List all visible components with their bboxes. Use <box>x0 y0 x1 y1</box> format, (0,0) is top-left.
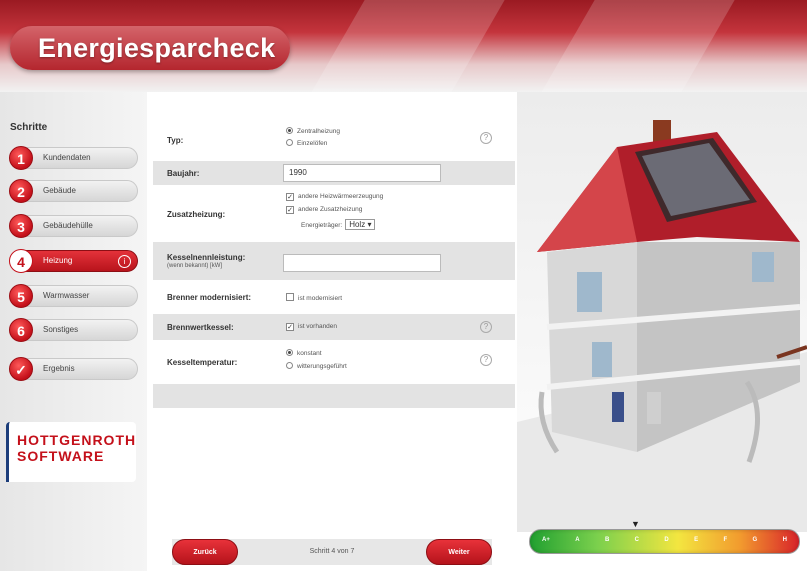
step-label: Gebäude <box>43 186 76 195</box>
next-button[interactable]: Weiter <box>426 539 492 565</box>
step-number: 6 <box>9 318 33 342</box>
kesseltemp-option-witterung[interactable]: witterungsgeführt <box>286 362 347 370</box>
step-gebaeude[interactable]: 2 Gebäude <box>9 179 138 203</box>
step-label: Heizung <box>43 256 73 265</box>
energietraeger: Energieträger: Holz ▾ <box>301 219 376 230</box>
brenner-label: Brenner modernisiert: <box>167 293 252 302</box>
zusatz-option-2[interactable]: ✓ andere Zusatzheizung <box>286 206 362 214</box>
typ-option-zentral[interactable]: Zentralheizung <box>286 127 340 135</box>
brenner-checkbox[interactable]: ist modernisiert <box>286 293 342 302</box>
steps-sidebar: Schritte 1 Kundendaten 2 Gebäude 3 Gebäu… <box>0 92 147 571</box>
kesseltemperatur-label: Kesseltemperatur: <box>167 358 238 367</box>
scale-label: C <box>634 537 639 543</box>
scale-label: G <box>752 537 758 543</box>
energy-scale: A+ A B C D E F G H <box>529 529 800 554</box>
radio-icon[interactable] <box>286 139 293 146</box>
zusatz-option-1[interactable]: ✓ andere Heizwärmeerzeugung <box>286 193 383 201</box>
scale-labels: A+ A B C D E F G H <box>542 537 787 543</box>
checkbox-icon[interactable]: ✓ <box>286 193 294 201</box>
logo-line-1: HOTTGENROTH <box>17 432 137 448</box>
typ-option-einzel[interactable]: Einzelöfen <box>286 139 327 147</box>
help-icon[interactable]: ? <box>480 321 492 333</box>
scale-label: H <box>782 537 787 543</box>
radio-icon[interactable] <box>286 349 293 356</box>
back-button[interactable]: Zurück <box>172 539 238 565</box>
scale-label: E <box>694 537 699 543</box>
header-banner: Energiesparcheck <box>0 0 807 92</box>
row-kesseltemperatur: Kesseltemperatur: konstant witterungsgef… <box>153 341 515 383</box>
brennwertkessel-label: Brennwertkessel: <box>167 323 234 332</box>
step-number: 3 <box>9 214 33 238</box>
energietraeger-select[interactable]: Holz ▾ <box>345 219 376 230</box>
step-label: Kundendaten <box>43 153 91 162</box>
step-label: Gebäudehülle <box>43 221 93 230</box>
step-number: 5 <box>9 284 33 308</box>
radio-icon[interactable] <box>286 362 293 369</box>
scale-label: B <box>604 537 610 543</box>
step-heizung[interactable]: 4 Heizung i <box>9 249 138 273</box>
app-title: Energiesparcheck <box>10 26 290 70</box>
baujahr-input[interactable]: 1990 <box>283 164 441 182</box>
typ-label: Typ: <box>167 136 184 145</box>
row-brenner: Brenner modernisiert: ist modernisiert <box>153 281 515 313</box>
step-number: 2 <box>9 179 33 203</box>
header-decoration <box>283 0 517 92</box>
kesselnennleistung-input[interactable] <box>283 254 441 272</box>
row-typ: Typ: Zentralheizung Einzelöfen ? <box>153 120 515 160</box>
logo-line-2: SOFTWARE <box>17 448 105 464</box>
step-number: 1 <box>9 146 33 170</box>
row-kesselnennleistung: Kesselnennleistung: (wenn bekannt) [kW] <box>153 242 515 280</box>
help-icon[interactable]: ? <box>480 354 492 366</box>
scale-label: A+ <box>542 537 550 543</box>
step-sonstiges[interactable]: 6 Sonstiges <box>9 318 138 342</box>
scale-label: D <box>664 537 669 543</box>
form-footer-row <box>153 384 515 408</box>
step-number: 4 <box>9 249 33 273</box>
step-warmwasser[interactable]: 5 Warmwasser <box>9 284 138 308</box>
checkbox-icon[interactable]: ✓ <box>286 206 294 214</box>
row-zusatzheizung: Zusatzheizung: ✓ andere Heizwärmeerzeugun… <box>153 186 515 241</box>
step-gebaeudehuelle[interactable]: 3 Gebäudehülle <box>9 214 138 238</box>
company-logo: HOTTGENROTH SOFTWARE <box>6 422 136 482</box>
help-icon[interactable]: ? <box>480 132 492 144</box>
house-cutaway-image <box>517 120 807 532</box>
row-brennwertkessel: Brennwertkessel: ✓ ist vorhanden ? <box>153 314 515 340</box>
heating-form: Typ: Zentralheizung Einzelöfen ? Baujahr… <box>153 92 515 410</box>
kesselnennleistung-label: Kesselnennleistung: (wenn bekannt) [kW] <box>167 253 246 269</box>
kesseltemp-option-konstant[interactable]: konstant <box>286 349 322 357</box>
zusatzheizung-label: Zusatzheizung: <box>167 210 226 219</box>
header-decoration <box>513 0 747 92</box>
step-label: Sonstiges <box>43 325 79 334</box>
brennwertkessel-checkbox[interactable]: ✓ ist vorhanden <box>286 323 337 331</box>
wizard-navigation: Schritt 4 von 7 Zurück Weiter <box>172 539 492 565</box>
steps-title: Schritte <box>10 122 48 133</box>
step-label: Warmwasser <box>43 291 90 300</box>
row-baujahr: Baujahr: 1990 <box>153 161 515 185</box>
check-icon: ✓ <box>9 357 33 381</box>
checkbox-icon[interactable]: ✓ <box>286 323 294 331</box>
step-ergebnis[interactable]: ✓ Ergebnis <box>9 357 138 381</box>
scale-label: F <box>723 537 728 543</box>
info-icon[interactable]: i <box>118 255 131 268</box>
baujahr-label: Baujahr: <box>167 169 200 178</box>
scale-label: A <box>575 537 580 543</box>
radio-icon[interactable] <box>286 127 293 134</box>
step-label: Ergebnis <box>43 364 75 373</box>
scale-marker-icon: ▼ <box>631 519 640 529</box>
step-kundendaten[interactable]: 1 Kundendaten <box>9 146 138 170</box>
checkbox-icon[interactable] <box>286 293 294 301</box>
house-visualization <box>517 92 807 532</box>
